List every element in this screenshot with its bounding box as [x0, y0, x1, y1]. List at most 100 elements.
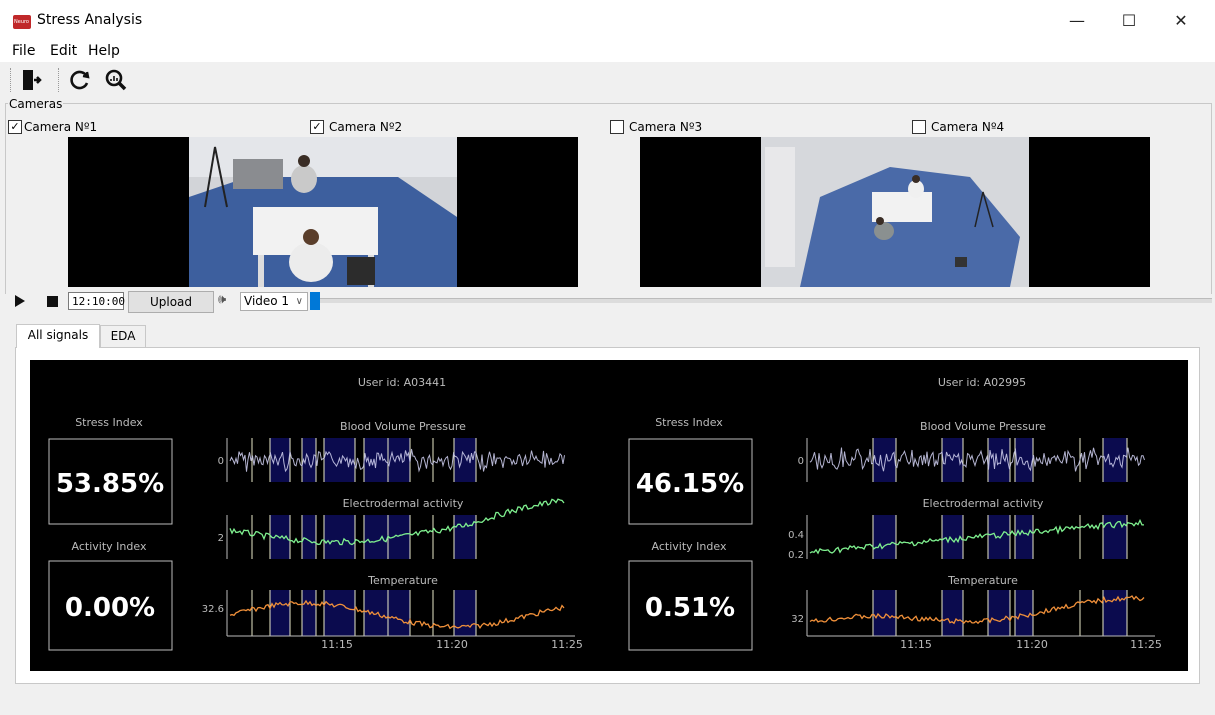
- stress-band: [324, 590, 355, 636]
- time-tick-0: 11:15: [900, 638, 932, 651]
- refresh-button[interactable]: [66, 66, 94, 94]
- chevron-down-icon: ∨: [295, 296, 303, 307]
- eda-tick-0: 0.4: [788, 530, 804, 541]
- temperature-title: Temperature: [947, 574, 1018, 587]
- camera-2-label: Camera Nº2: [329, 120, 403, 134]
- active-tab-connector: [17, 346, 99, 349]
- stress-band: [988, 590, 1010, 636]
- stress-band: [942, 590, 963, 636]
- bvp-title: Blood Volume Pressure: [920, 420, 1046, 433]
- camera-1-label: Camera Nº1: [24, 120, 98, 134]
- stress-band: [988, 438, 1010, 482]
- stress-index-label: Stress Index: [75, 416, 143, 429]
- menu-edit[interactable]: Edit: [50, 43, 77, 59]
- play-icon: [15, 295, 25, 307]
- status-bar: [0, 695, 1215, 715]
- stress-band: [364, 515, 410, 559]
- stress-band: [454, 590, 476, 636]
- timeline-slider-handle[interactable]: [310, 292, 320, 310]
- stress-band: [270, 438, 290, 482]
- activity-index-value: 0.51%: [645, 593, 735, 623]
- eda-tick-0: 2: [218, 533, 224, 544]
- eda-title: Electrodermal activity: [923, 497, 1044, 510]
- minimize-button[interactable]: —: [1054, 0, 1100, 40]
- zoom-icon: [105, 69, 127, 91]
- upload-button[interactable]: Upload: [128, 291, 214, 313]
- maximize-button[interactable]: ☐: [1106, 0, 1152, 40]
- stop-button[interactable]: [38, 290, 66, 312]
- speaker-icon[interactable]: 🕪: [218, 292, 226, 307]
- refresh-icon: [70, 70, 90, 90]
- camera-4-checkbox[interactable]: [912, 120, 926, 134]
- stress-band: [1015, 438, 1033, 482]
- toolbar-separator: [58, 68, 61, 92]
- stress-band: [270, 590, 290, 636]
- play-button[interactable]: [6, 290, 34, 312]
- stop-icon: [46, 295, 58, 307]
- temperature-tick-0: 32.6: [202, 604, 224, 615]
- time-tick-0: 11:15: [321, 638, 353, 651]
- bvp-tick-0: 0: [218, 456, 224, 467]
- eda-tick-1: 0.2: [788, 550, 804, 561]
- menu-bar: [0, 40, 1215, 62]
- toolbar: [0, 62, 1215, 98]
- time-tick-2: 11:25: [1130, 638, 1162, 651]
- stress-band: [873, 515, 896, 559]
- camera-2-checkbox[interactable]: ✓: [310, 120, 324, 134]
- zoom-button[interactable]: [102, 66, 130, 94]
- window-title: Stress Analysis: [37, 12, 143, 28]
- tab-eda[interactable]: EDA: [100, 325, 146, 347]
- temperature-tick-0: 32: [791, 614, 804, 625]
- video-frame-image: [189, 137, 457, 287]
- stress-band: [324, 515, 355, 559]
- camera-4-label: Camera Nº4: [931, 120, 1005, 134]
- menu-help[interactable]: Help: [88, 43, 120, 59]
- activity-index-label: Activity Index: [652, 540, 727, 553]
- stress-band: [873, 438, 896, 482]
- time-tick-1: 11:20: [1016, 638, 1048, 651]
- app-logo-text: Neuro: [14, 19, 29, 25]
- toolbar-grip: [10, 68, 13, 92]
- temperature-title: Temperature: [367, 574, 438, 587]
- eda-trace: [809, 518, 1144, 555]
- video-select-value: Video 1: [244, 294, 290, 308]
- activity-index-value: 0.00%: [65, 593, 155, 623]
- timeline-slider[interactable]: [310, 298, 1212, 303]
- time-tick-2: 11:25: [551, 638, 583, 651]
- stress-band: [1103, 590, 1127, 636]
- eda-title: Electrodermal activity: [343, 497, 464, 510]
- camera-3-checkbox[interactable]: [610, 120, 624, 134]
- time-tick-1: 11:20: [436, 638, 468, 651]
- activity-index-label: Activity Index: [72, 540, 147, 553]
- cameras-group-label: Cameras: [8, 97, 64, 111]
- exit-icon: [23, 70, 42, 90]
- bvp-tick-0: 0: [798, 456, 804, 467]
- camera-3-label: Camera Nº3: [629, 120, 703, 134]
- camera-1-checkbox[interactable]: ✓: [8, 120, 22, 134]
- app-logo-icon: Neuro: [13, 15, 31, 29]
- stress-band: [302, 590, 316, 636]
- camera-1-video[interactable]: [68, 137, 578, 287]
- camera-2-video[interactable]: [640, 137, 1150, 287]
- stress-band: [1103, 515, 1127, 559]
- close-button[interactable]: ✕: [1158, 0, 1204, 40]
- user-id-label: User id: A03441: [358, 376, 446, 389]
- video-select[interactable]: Video 1 ∨: [240, 292, 308, 311]
- stress-index-label: Stress Index: [655, 416, 723, 429]
- video-frame-image: [761, 137, 1029, 287]
- user-id-label: User id: A02995: [938, 376, 1026, 389]
- stress-band: [1015, 515, 1033, 559]
- signals-dashboard: User id: A03441 Stress Index 53.85% Acti…: [30, 360, 1188, 671]
- bvp-title: Blood Volume Pressure: [340, 420, 466, 433]
- bvp-trace: [809, 447, 1145, 472]
- stress-index-value: 46.15%: [636, 469, 744, 499]
- signals-canvas: User id: A03441 Stress Index 53.85% Acti…: [48, 376, 1162, 651]
- exit-button[interactable]: [18, 66, 46, 94]
- title-bar: [0, 0, 1215, 40]
- menu-file[interactable]: File: [12, 43, 35, 59]
- stress-band: [454, 515, 476, 559]
- stress-index-value: 53.85%: [56, 469, 164, 499]
- tab-all-signals[interactable]: All signals: [16, 324, 100, 348]
- time-input[interactable]: 12:10:00: [68, 292, 125, 310]
- temperature-trace: [809, 595, 1145, 625]
